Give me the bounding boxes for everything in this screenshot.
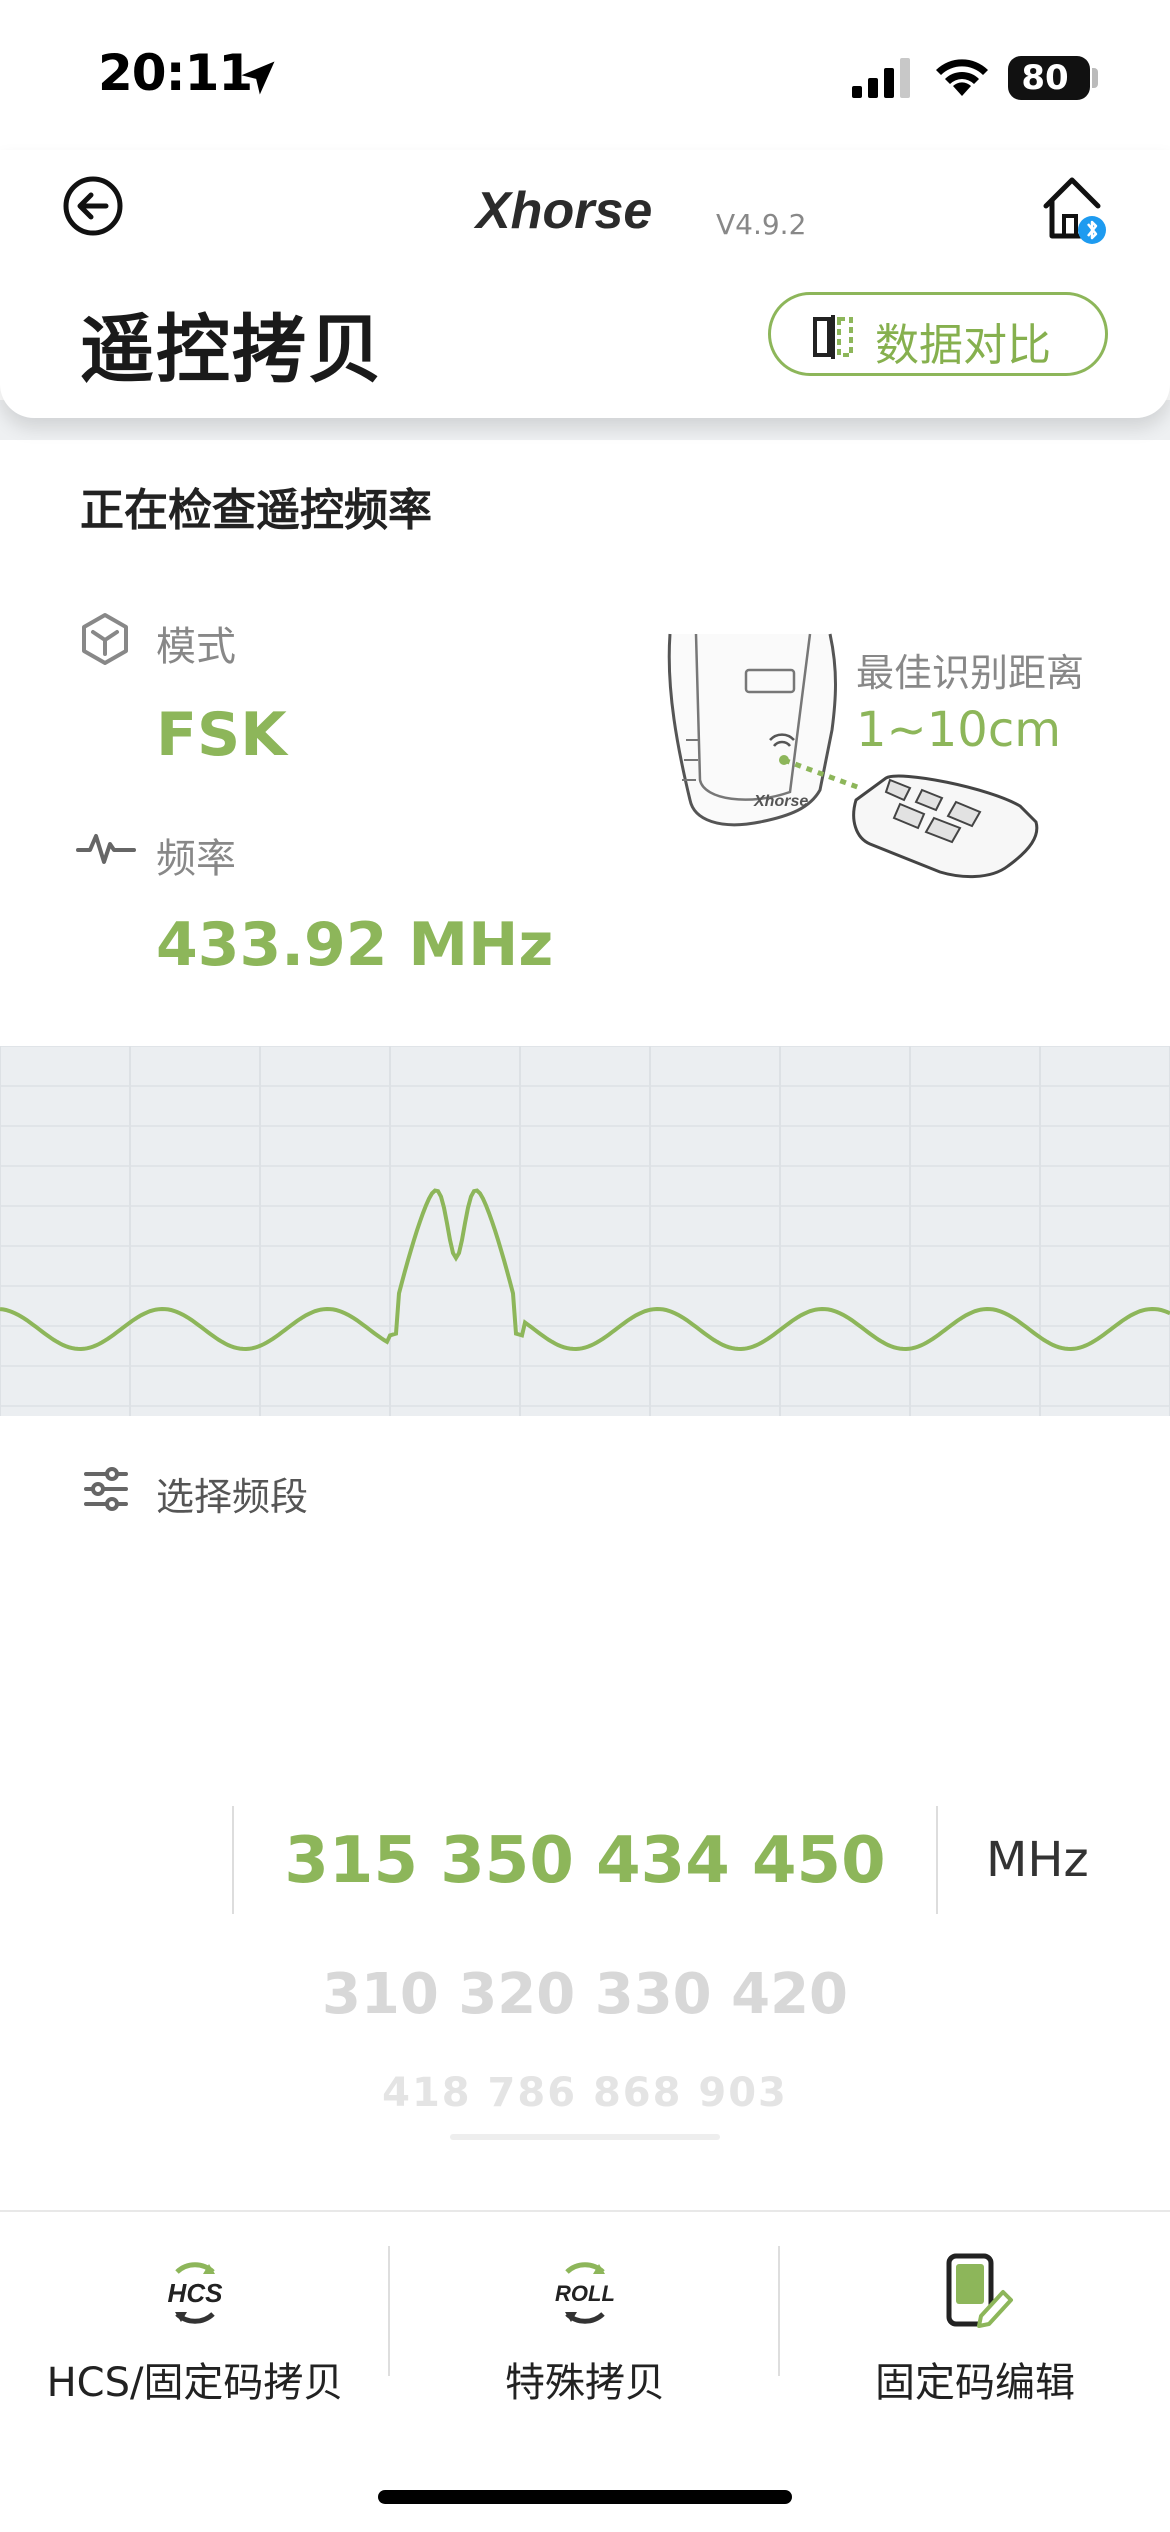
data-compare-label: 数据对比 [875,320,1051,371]
hcs-icon: HCS [168,2262,224,2324]
app-version: V4.9.2 [716,208,807,241]
location-arrow-icon [241,61,275,95]
signal-waveform [0,1045,1170,1416]
battery-cap [1092,68,1098,88]
mode-label: 模式 [156,624,236,670]
checking-status: 正在检查遥控频率 [80,485,432,536]
cube-icon [82,613,128,665]
page-title: 遥控拷贝 [80,307,384,393]
nav-label: HCS/固定码拷贝 [46,2360,344,2406]
roll-icon: ROLL [555,2262,615,2324]
xhorse-logo: Xhorse [473,182,652,240]
band-unit: MHz [986,1832,1089,1888]
battery-indicator: 80 [1008,56,1090,100]
battery-level: 80 [1021,58,1069,98]
bottom-navigation: HCS HCS/固定码拷贝 ROLL 特殊拷贝 固定码编辑 [0,2210,1170,2532]
picker-separator [232,1806,234,1914]
distance-value: 1~10cm [856,702,1061,758]
pulse-icon [76,834,136,864]
nav-label: 固定码编辑 [875,2360,1075,2406]
band-option[interactable]: 310 320 330 420 [240,1962,930,2027]
compare-icon [813,315,853,359]
home-indicator [378,2490,792,2504]
nav-hcs-fixed-copy[interactable]: HCS HCS/固定码拷贝 [0,2212,390,2432]
wifi-icon [936,59,988,96]
band-option[interactable]: 418 786 868 903 [240,2070,930,2116]
picker-separator [936,1806,938,1914]
band-option-faded [450,2134,720,2140]
nav-label: 特殊拷贝 [505,2360,665,2406]
nav-fixed-code-edit[interactable]: 固定码编辑 [780,2212,1170,2432]
status-time: 20:11 [98,44,253,102]
roll-icon-text: ROLL [555,2281,615,2306]
hcs-icon-text: HCS [168,2278,224,2308]
frequency-label: 频率 [156,836,236,882]
data-compare-button[interactable]: 数据对比 [768,292,1108,376]
nav-special-copy[interactable]: ROLL 特殊拷贝 [390,2212,780,2432]
signal-waveform-panel [0,1045,1170,1416]
band-selector-label: 选择频段 [156,1475,309,1519]
status-bar: 20:11 80 [0,0,1170,150]
cellular-signal-icon [852,58,910,98]
signal-trace [0,1188,1170,1352]
edit-device-icon [946,2253,1013,2328]
logo-text: Xhorse [473,182,652,240]
distance-label: 最佳识别距离 [856,651,1085,695]
band-option-selected[interactable]: 315 350 434 450 [240,1824,930,1898]
sliders-icon [84,1467,128,1511]
back-button[interactable] [62,175,124,237]
device-logo-text: Xhorse [753,793,808,810]
mode-value: FSK [156,700,287,770]
home-bluetooth-icon[interactable] [1040,172,1110,246]
frequency-value: 433.92 MHz [156,910,554,980]
